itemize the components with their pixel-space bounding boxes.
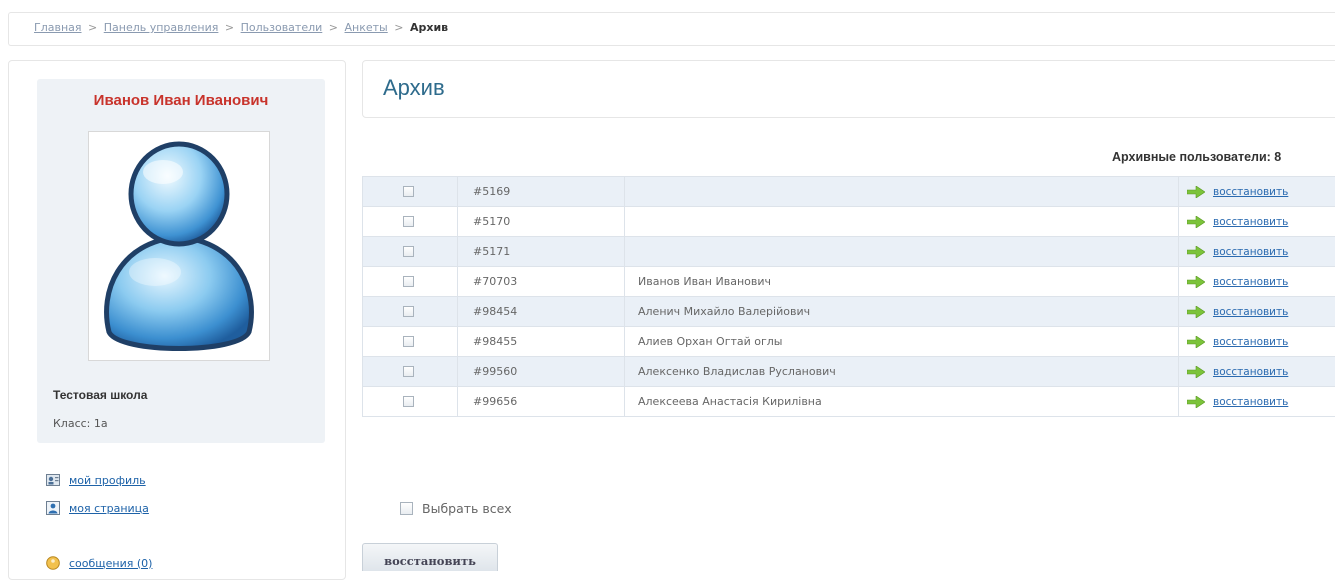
restore-link[interactable]: восстановить [1213,336,1288,348]
page-title: Архив [383,75,445,101]
action-cell: восстановить [1179,267,1335,297]
class-label: Класс: 1а [53,417,108,430]
arrow-right-icon [1187,396,1205,408]
breadcrumb-home-link[interactable]: Главная [34,21,82,34]
row-checkbox-cell [363,177,458,207]
table-row: #99656Алексеева Анастасія Кирилівна восст… [363,387,1335,417]
restore-link[interactable]: восстановить [1213,186,1288,198]
restore-link[interactable]: восстановить [1213,396,1288,408]
table-row: #98455Алиев Орхан Огтай оглы восстановить [363,327,1335,357]
row-checkbox-cell [363,387,458,417]
user-id-cell: #5171 [458,237,625,267]
breadcrumb-current: Архив [410,21,448,34]
user-name-cell: Иванов Иван Иванович [625,267,1179,297]
action-cell: восстановить [1179,207,1335,237]
user-id-cell: #99656 [458,387,625,417]
breadcrumb-separator: > [225,21,234,34]
user-id-cell: #99560 [458,357,625,387]
user-name-cell: Алиев Орхан Огтай оглы [625,327,1179,357]
user-avatar-icon [89,132,269,360]
row-checkbox[interactable] [403,336,414,347]
breadcrumb-control-panel-link[interactable]: Панель управления [104,21,219,34]
row-checkbox[interactable] [403,216,414,227]
messages-icon [46,556,60,570]
profile-card: Иванов Иван Иванович [37,79,325,443]
select-all-checkbox[interactable] [400,502,413,515]
row-checkbox[interactable] [403,396,414,407]
breadcrumb-separator: > [88,21,97,34]
arrow-right-icon [1187,336,1205,348]
table-row: #70703Иванов Иван Иванович восстановить [363,267,1335,297]
row-checkbox-cell [363,237,458,267]
arrow-right-icon [1187,186,1205,198]
row-checkbox-cell [363,207,458,237]
restore-link[interactable]: восстановить [1213,246,1288,258]
archived-users-table: #5169 восстановить #5170 восстановить #5171 в… [362,176,1335,417]
action-cell: восстановить [1179,237,1335,267]
row-checkbox-cell [363,357,458,387]
restore-link[interactable]: восстановить [1213,306,1288,318]
sidebar-item-label[interactable]: сообщения (0) [69,557,152,570]
table-row: #99560Алексенко Владислав Русланович восс… [363,357,1335,387]
table-row: #5170 восстановить [363,207,1335,237]
page-header: Архив [362,60,1335,118]
select-all[interactable]: Выбрать всех [400,501,512,516]
user-name-cell [625,207,1179,237]
user-name-cell [625,177,1179,207]
action-cell: восстановить [1179,327,1335,357]
sidebar-item-my-page[interactable]: моя страница [46,501,149,515]
table-row: #5171 восстановить [363,237,1335,267]
table-row: #5169 восстановить [363,177,1335,207]
row-checkbox-cell [363,297,458,327]
restore-link[interactable]: восстановить [1213,216,1288,228]
arrow-right-icon [1187,366,1205,378]
action-cell: восстановить [1179,357,1335,387]
select-all-label: Выбрать всех [422,501,512,516]
row-checkbox-cell [363,267,458,297]
action-cell: восстановить [1179,177,1335,207]
user-id-cell: #5170 [458,207,625,237]
user-name-cell: Алексенко Владислав Русланович [625,357,1179,387]
sidebar-item-my-profile[interactable]: мой профиль [46,473,146,487]
sidebar: Иванов Иван Иванович [8,60,346,580]
user-id-cell: #5169 [458,177,625,207]
archived-count-label: Архивные пользователи: 8 [1112,150,1281,164]
restore-link[interactable]: восстановить [1213,276,1288,288]
breadcrumb: Главная > Панель управления > Пользовате… [8,12,1335,46]
profile-name: Иванов Иван Иванович [37,92,325,109]
breadcrumb-users-link[interactable]: Пользователи [241,21,323,34]
arrow-right-icon [1187,276,1205,288]
avatar [88,131,270,361]
row-checkbox[interactable] [403,186,414,197]
breadcrumb-separator: > [394,21,403,34]
row-checkbox[interactable] [403,276,414,287]
restore-button[interactable]: восстановить [362,543,498,571]
sidebar-item-messages[interactable]: сообщения (0) [46,556,152,570]
profile-icon [46,473,60,487]
row-checkbox-cell [363,327,458,357]
user-name-cell [625,237,1179,267]
user-page-icon [46,501,60,515]
arrow-right-icon [1187,246,1205,258]
user-name-cell: Алексеева Анастасія Кирилівна [625,387,1179,417]
sidebar-item-label[interactable]: моя страница [69,502,149,515]
user-id-cell: #98455 [458,327,625,357]
user-id-cell: #70703 [458,267,625,297]
sidebar-item-label[interactable]: мой профиль [69,474,146,487]
table-row: #98454Аленич Михайло Валерійович восстано… [363,297,1335,327]
row-checkbox[interactable] [403,366,414,377]
breadcrumb-forms-link[interactable]: Анкеты [345,21,388,34]
restore-link[interactable]: восстановить [1213,366,1288,378]
breadcrumb-separator: > [329,21,338,34]
row-checkbox[interactable] [403,246,414,257]
action-cell: восстановить [1179,297,1335,327]
user-id-cell: #98454 [458,297,625,327]
action-cell: восстановить [1179,387,1335,417]
row-checkbox[interactable] [403,306,414,317]
user-name-cell: Аленич Михайло Валерійович [625,297,1179,327]
arrow-right-icon [1187,216,1205,228]
school-name: Тестовая школа [53,388,147,402]
arrow-right-icon [1187,306,1205,318]
